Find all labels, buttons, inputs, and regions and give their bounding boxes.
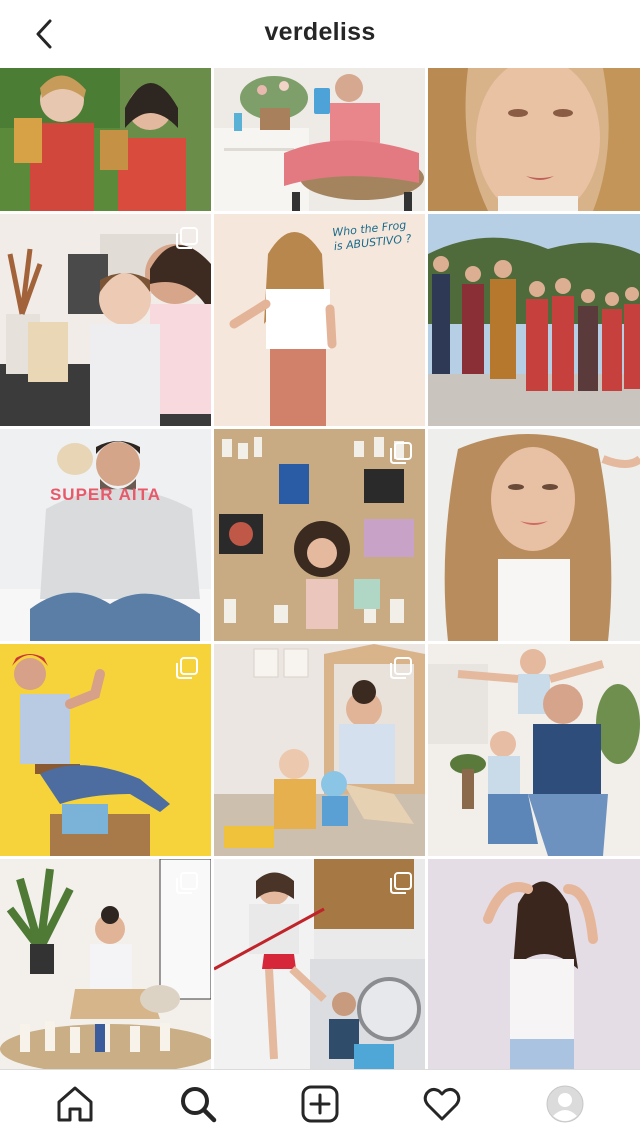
post-thumbnail-4[interactable] [0, 214, 211, 426]
multiple-photos-icon [176, 657, 198, 679]
post-image [428, 68, 640, 211]
profile-avatar-icon [546, 1085, 584, 1123]
post-thumbnail-12[interactable] [428, 644, 640, 856]
profile-username-title: verdeliss [264, 18, 376, 46]
post-image [214, 68, 425, 211]
hoodie-print-text: SUPER AITA [49, 485, 162, 504]
post-thumbnail-1[interactable] [0, 68, 211, 211]
plus-square-icon [301, 1085, 339, 1123]
post-thumbnail-14[interactable] [214, 859, 425, 1069]
post-thumbnail-5[interactable]: Who the Frog is ABUSTIVO ? [214, 214, 425, 426]
search-icon [180, 1087, 216, 1123]
bottom-navigation-bar [0, 1069, 640, 1138]
multiple-photos-icon [176, 227, 198, 249]
post-image [428, 644, 640, 856]
post-image [428, 214, 640, 426]
multiple-photos-icon [176, 872, 198, 894]
post-image [428, 429, 640, 641]
post-thumbnail-8[interactable] [214, 429, 425, 641]
nav-search-button[interactable] [168, 1074, 228, 1134]
nav-new-post-button[interactable] [290, 1074, 350, 1134]
posts-grid: Who the Frog is ABUSTIVO ? SUPER AITA [0, 68, 640, 1069]
post-thumbnail-10[interactable] [0, 644, 211, 856]
post-thumbnail-3[interactable] [428, 68, 640, 211]
nav-profile-button[interactable] [535, 1074, 595, 1134]
post-thumbnail-2[interactable] [214, 68, 425, 211]
heart-icon [424, 1087, 461, 1121]
multiple-photos-icon [390, 872, 412, 894]
top-bar: verdeliss [0, 0, 640, 68]
home-icon [57, 1086, 93, 1122]
post-thumbnail-7[interactable]: SUPER AITA [0, 429, 211, 641]
post-image [428, 859, 640, 1069]
nav-home-button[interactable] [45, 1074, 105, 1134]
post-thumbnail-6[interactable] [428, 214, 640, 426]
multiple-photos-icon [390, 442, 412, 464]
post-image [0, 429, 211, 641]
post-thumbnail-9[interactable] [428, 429, 640, 641]
post-thumbnail-13[interactable] [0, 859, 211, 1069]
multiple-photos-icon [390, 657, 412, 679]
post-thumbnail-15[interactable] [428, 859, 640, 1069]
post-image [0, 68, 211, 211]
nav-activity-button[interactable] [412, 1074, 472, 1134]
post-thumbnail-11[interactable] [214, 644, 425, 856]
